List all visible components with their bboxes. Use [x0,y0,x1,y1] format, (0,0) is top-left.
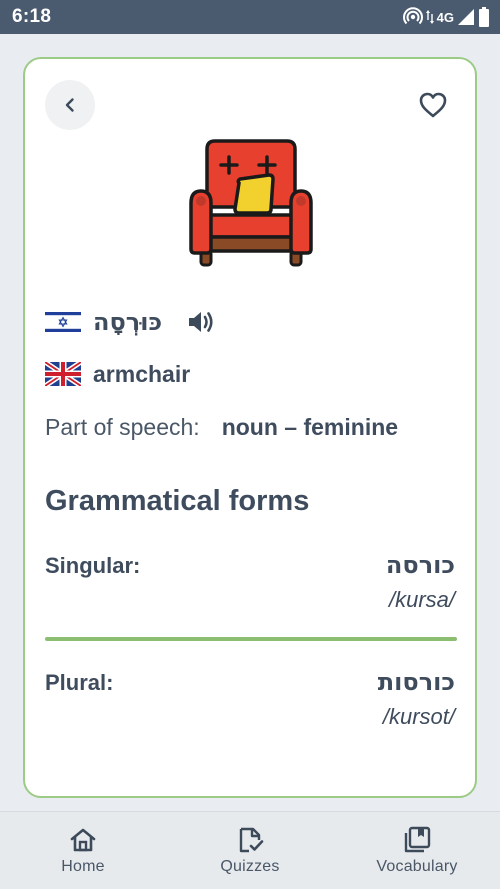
plural-label: Plural: [45,670,114,695]
quiz-icon [239,827,264,853]
data-arrows-icon [425,10,434,24]
divider [45,637,457,641]
singular-label: Singular: [45,553,141,578]
singular-transliteration: /kursa/ [388,587,455,612]
bottom-navigation: Home Quizzes Vocabulary [0,811,500,889]
signal-icon [458,9,474,25]
play-audio-button[interactable] [186,306,218,338]
vocabulary-icon [404,826,431,853]
english-word-row: armchair [45,357,190,391]
plural-transliteration: /kursot/ [382,704,455,729]
uk-flag-icon [45,362,81,386]
nav-vocabulary-label: Vocabulary [376,858,458,875]
hebrew-word: כּוּרְסָה [93,308,163,336]
hebrew-word-row: כּוּרְסָה [45,305,218,339]
grammatical-forms-title: Grammatical forms [45,485,310,517]
part-of-speech-label: Part of speech: [45,414,200,440]
nav-quizzes-label: Quizzes [220,858,280,875]
nav-home[interactable]: Home [33,812,133,889]
heart-outline-icon [419,92,447,118]
word-card: כּוּרְסָה armchair Part of speech: noun … [23,57,477,798]
nav-home-label: Home [61,858,105,875]
english-word: armchair [93,360,191,387]
home-icon [70,828,96,852]
favorite-button[interactable] [415,87,451,123]
back-button[interactable] [45,80,95,130]
part-of-speech-value: noun – feminine [221,414,399,440]
plural-hebrew: כורסות [377,668,455,696]
status-bar: 6:18 4G [0,0,500,34]
israel-flag-icon [45,310,81,334]
status-icons: 4G [402,7,490,27]
singular-hebrew: כורסה [385,551,455,579]
part-of-speech: Part of speech: noun – feminine [45,414,398,441]
chevron-left-icon [65,98,74,112]
hotspot-icon [402,7,423,25]
nav-quizzes[interactable]: Quizzes [200,812,300,889]
speaker-icon [189,312,213,332]
armchair-icon [189,139,313,267]
battery-icon [479,7,489,27]
status-time: 6:18 [12,6,52,27]
network-type: 4G [436,9,454,25]
nav-vocabulary[interactable]: Vocabulary [357,812,477,889]
